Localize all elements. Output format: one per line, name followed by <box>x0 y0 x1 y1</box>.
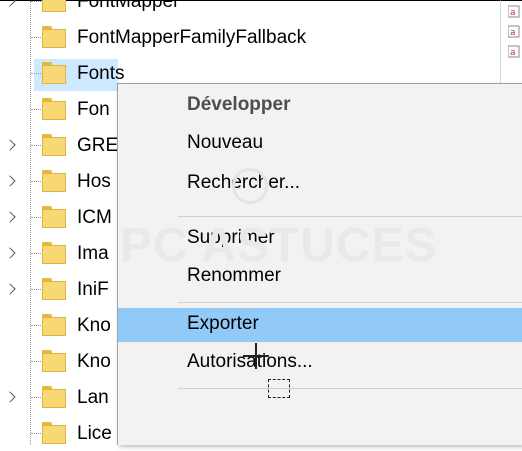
menu-item-nouveau[interactable]: Nouveau <box>118 127 522 161</box>
folder-icon <box>42 242 66 264</box>
menu-item-label: Exporter <box>187 313 259 334</box>
tree-guide-connector <box>31 361 41 362</box>
menu-item-renommer[interactable]: Renommer <box>118 260 522 294</box>
folder-icon <box>42 134 66 156</box>
folder-icon <box>42 98 66 120</box>
tree-item-label: FontMapperFamilyFallback <box>77 27 307 48</box>
menu-item-label: Développer <box>187 94 291 115</box>
chevron-right-icon[interactable] <box>4 211 16 223</box>
folder-icon <box>42 170 66 192</box>
folder-icon <box>42 422 66 444</box>
chevron-right-icon[interactable] <box>4 391 16 403</box>
folder-icon <box>42 314 66 336</box>
tree-guide-connector <box>31 109 41 110</box>
tree-item-label: IniF <box>77 279 109 300</box>
folder-icon <box>42 278 66 300</box>
watermark-logo <box>232 168 268 204</box>
svg-text:a: a <box>510 8 516 18</box>
menu-item-autorisations[interactable]: Autorisations... <box>118 346 522 380</box>
chevron-right-icon[interactable] <box>4 139 16 151</box>
tree-guide-connector <box>31 1 41 2</box>
folder-icon <box>42 350 66 372</box>
tree-item-label: Hos <box>77 171 111 192</box>
registry-value-icon: a <box>507 25 520 38</box>
menu-item-exporter[interactable]: Exporter <box>118 308 522 342</box>
tree-guide-connector <box>31 145 41 146</box>
tree-guide-connector <box>31 37 41 38</box>
folder-icon <box>42 0 66 12</box>
chevron-right-icon[interactable] <box>4 0 16 7</box>
menu-item-rechercher[interactable]: Rechercher... <box>118 167 522 201</box>
tree-item-label: Lice <box>77 423 112 444</box>
tree-guide-connector <box>31 217 41 218</box>
menu-separator <box>178 216 522 217</box>
folder-icon <box>42 26 66 48</box>
chevron-right-icon[interactable] <box>4 175 16 187</box>
tree-item-label: Kno <box>77 351 111 372</box>
tree-item-label: Kno <box>77 315 111 336</box>
menu-item-supprimer[interactable]: Supprimer <box>118 222 522 256</box>
context-menu: Développer Nouveau Rechercher... Supprimer R… <box>117 83 522 445</box>
tree-guide-connector <box>31 73 41 74</box>
tree-item[interactable]: FontMapper <box>0 0 500 19</box>
move-cursor-icon <box>243 343 269 369</box>
menu-item-developper[interactable]: Développer <box>118 89 522 123</box>
tree-guide-connector <box>31 181 41 182</box>
registry-value-icon: a <box>507 45 520 58</box>
tree-guide-connector <box>31 325 41 326</box>
tree-item-label: Fonts <box>77 63 125 84</box>
tree-item-label: Fon <box>77 99 110 120</box>
tree-guide-connector <box>31 253 41 254</box>
svg-text:a: a <box>510 48 516 58</box>
tree-guide-connector <box>31 433 41 434</box>
folder-icon <box>42 206 66 228</box>
menu-item-label: Nouveau <box>187 132 264 153</box>
tree-item-label: FontMapper <box>77 0 180 12</box>
tree-item-label: Lan <box>77 387 109 408</box>
tree-item-label: Ima <box>77 243 109 264</box>
menu-separator <box>178 388 522 389</box>
drag-outline <box>268 379 290 398</box>
svg-text:a: a <box>510 28 516 38</box>
tree-item[interactable]: FontMapperFamilyFallback <box>0 21 500 55</box>
menu-item-label: Renommer <box>187 265 281 286</box>
tree-item-label: GRE <box>77 135 119 156</box>
folder-icon <box>42 62 66 84</box>
menu-separator <box>178 302 522 303</box>
tree-item-label: ICM <box>77 207 112 228</box>
folder-icon <box>42 386 66 408</box>
menu-item-label: Supprimer <box>187 227 275 248</box>
chevron-right-icon[interactable] <box>4 247 16 259</box>
chevron-right-icon[interactable] <box>4 283 16 295</box>
tree-guide-connector <box>31 397 41 398</box>
tree-guide-connector <box>31 289 41 290</box>
registry-value-icon: a <box>507 5 520 18</box>
